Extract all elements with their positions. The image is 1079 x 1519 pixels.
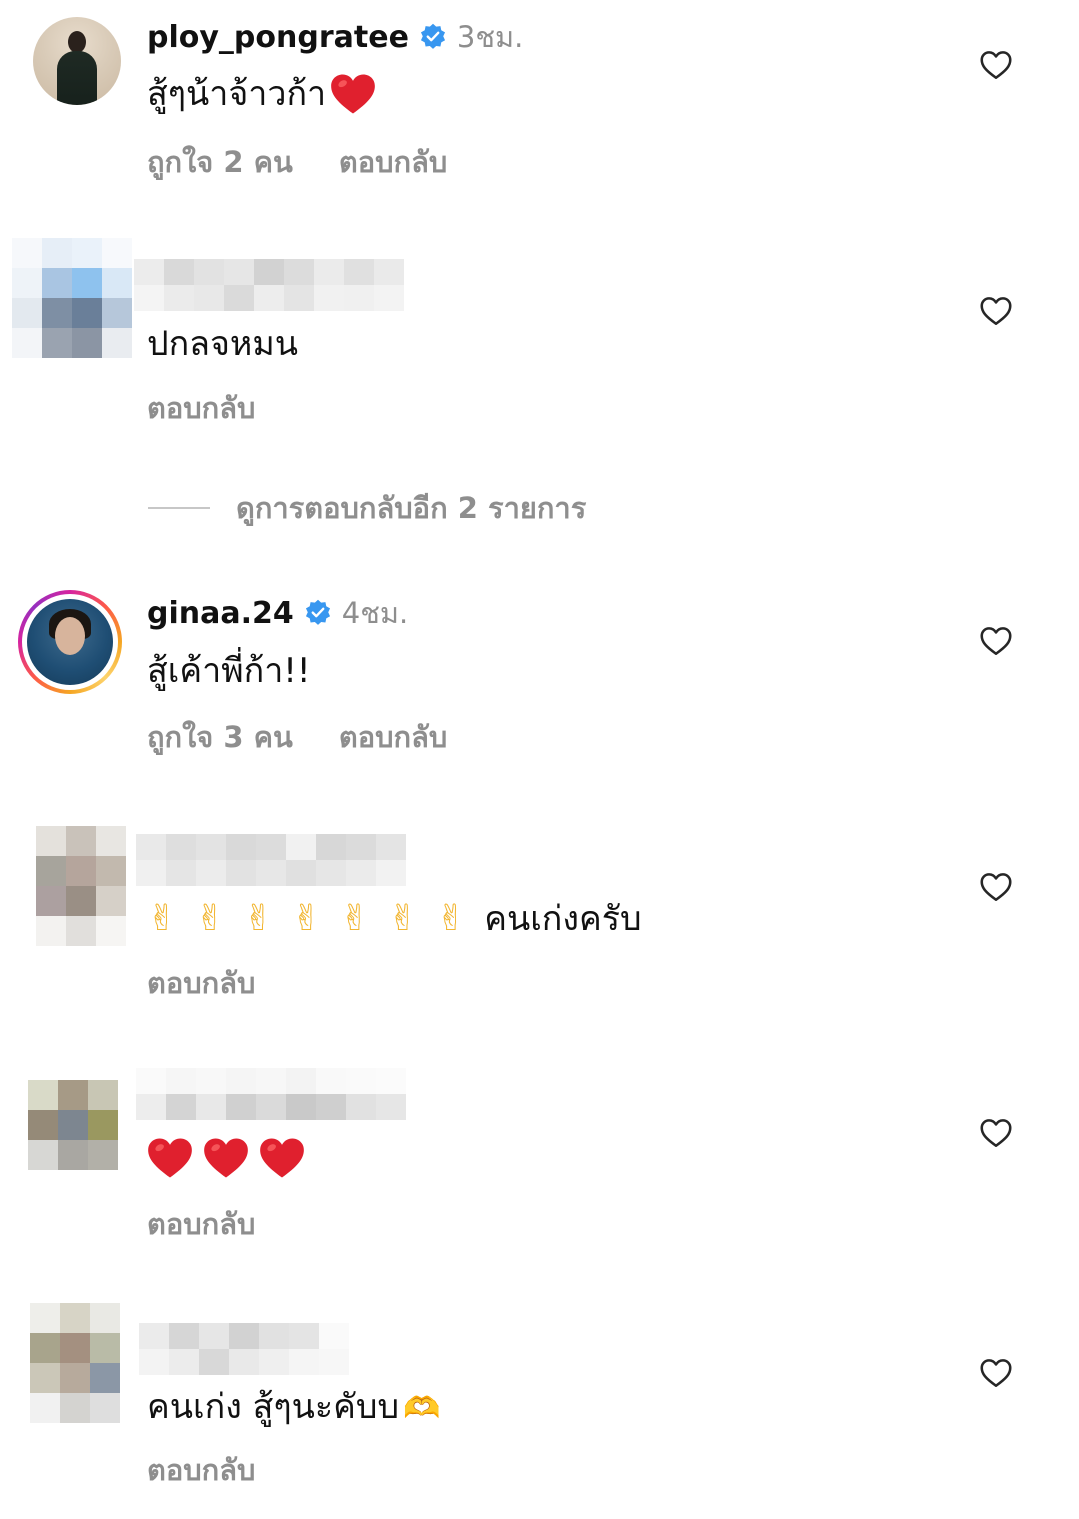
heart-outline-icon[interactable] [977, 1355, 1015, 1391]
comment-text: คนเก่ง สู้ๆนะคับบ 🫶 [147, 1383, 440, 1433]
view-more-replies-label: ดูการตอบกลับอีก 2 รายการ [236, 491, 587, 525]
avatar[interactable] [36, 826, 126, 946]
victory-hand-emoji: ✌ [291, 898, 322, 939]
victory-hand-emoji: ✌ [147, 898, 178, 939]
reply-button[interactable]: ตอบกลับ [147, 966, 255, 1000]
victory-hand-emoji: ✌ [436, 898, 467, 939]
username-blurred[interactable] [134, 259, 404, 311]
avatar[interactable] [28, 1080, 118, 1200]
avatar [27, 599, 113, 685]
avatar-figure [57, 51, 97, 105]
red-heart-emoji [147, 1137, 193, 1179]
comment-actions: ถูกใจ 3 คน ตอบกลับ [147, 717, 447, 757]
comment-text-content: สู้ๆน้าจ้าวก้า [147, 74, 327, 114]
avatar[interactable] [12, 238, 132, 358]
reply-button[interactable]: ตอบกลับ [339, 145, 447, 179]
verified-badge-icon [419, 23, 447, 51]
avatar[interactable] [30, 1303, 120, 1423]
timestamp: 3ชม. [456, 20, 524, 54]
comment-text: ✌ ✌ ✌ ✌ ✌ ✌ ✌ คนเก่งครับ [147, 895, 642, 943]
heart-outline-icon[interactable] [977, 869, 1015, 905]
reply-button[interactable]: ตอบกลับ [339, 720, 447, 754]
username[interactable]: ploy_pongratee [147, 20, 409, 55]
heart-outline-icon[interactable] [977, 47, 1015, 83]
heart-outline-icon[interactable] [977, 293, 1015, 329]
reply-button[interactable]: ตอบกลับ [147, 1453, 255, 1487]
victory-hand-emoji: ✌ [339, 898, 370, 939]
divider-line [148, 507, 210, 509]
avatar[interactable] [33, 17, 121, 105]
comment-actions: ตอบกลับ [147, 963, 255, 1003]
comment-text-content: คนเก่ง สู้ๆนะคับบ [147, 1387, 400, 1427]
reply-button[interactable]: ตอบกลับ [147, 391, 255, 425]
comment-header: ginaa.24 4ชม. [147, 593, 408, 634]
comment-text: สู้ๆน้าจ้าวก้า [147, 70, 376, 118]
heart-hands-emoji: 🫶 [403, 1391, 441, 1426]
verified-badge-icon [304, 599, 332, 627]
red-heart-emoji [259, 1137, 305, 1179]
comment-header: ploy_pongratee 3ชม. [147, 17, 523, 58]
username-blurred[interactable] [136, 1068, 406, 1120]
comment-text: ปกลจหมน [147, 324, 298, 364]
comment-actions: ถูกใจ 2 คน ตอบกลับ [147, 142, 447, 182]
heart-outline-icon[interactable] [977, 1115, 1015, 1151]
comment-text: สู้เค้าพี่ก้า!! [147, 651, 311, 691]
likes-count[interactable]: ถูกใจ 3 คน [147, 720, 293, 754]
red-heart-emoji [203, 1137, 249, 1179]
victory-hand-emoji: ✌ [243, 898, 274, 939]
avatar-figure [68, 31, 86, 53]
reply-button[interactable]: ตอบกลับ [147, 1207, 255, 1241]
timestamp: 4ชม. [341, 596, 409, 630]
likes-count[interactable]: ถูกใจ 2 คน [147, 145, 293, 179]
comment-actions: ตอบกลับ [147, 1450, 255, 1490]
comment-actions: ตอบกลับ [147, 388, 255, 428]
avatar-story-ring[interactable] [18, 590, 122, 694]
comment-actions: ตอบกลับ [147, 1204, 255, 1244]
comment-text [147, 1136, 315, 1184]
avatar-figure [55, 617, 85, 655]
red-heart-emoji [330, 73, 376, 115]
username-blurred[interactable] [136, 834, 406, 886]
username[interactable]: ginaa.24 [147, 596, 294, 631]
victory-hand-emoji: ✌ [387, 898, 419, 939]
heart-outline-icon[interactable] [977, 623, 1015, 659]
comment-text-content: คนเก่งครับ [484, 899, 642, 939]
username-blurred[interactable] [139, 1323, 349, 1375]
victory-hand-emoji: ✌ [195, 898, 226, 939]
view-more-replies[interactable]: ดูการตอบกลับอีก 2 รายการ [148, 488, 586, 528]
